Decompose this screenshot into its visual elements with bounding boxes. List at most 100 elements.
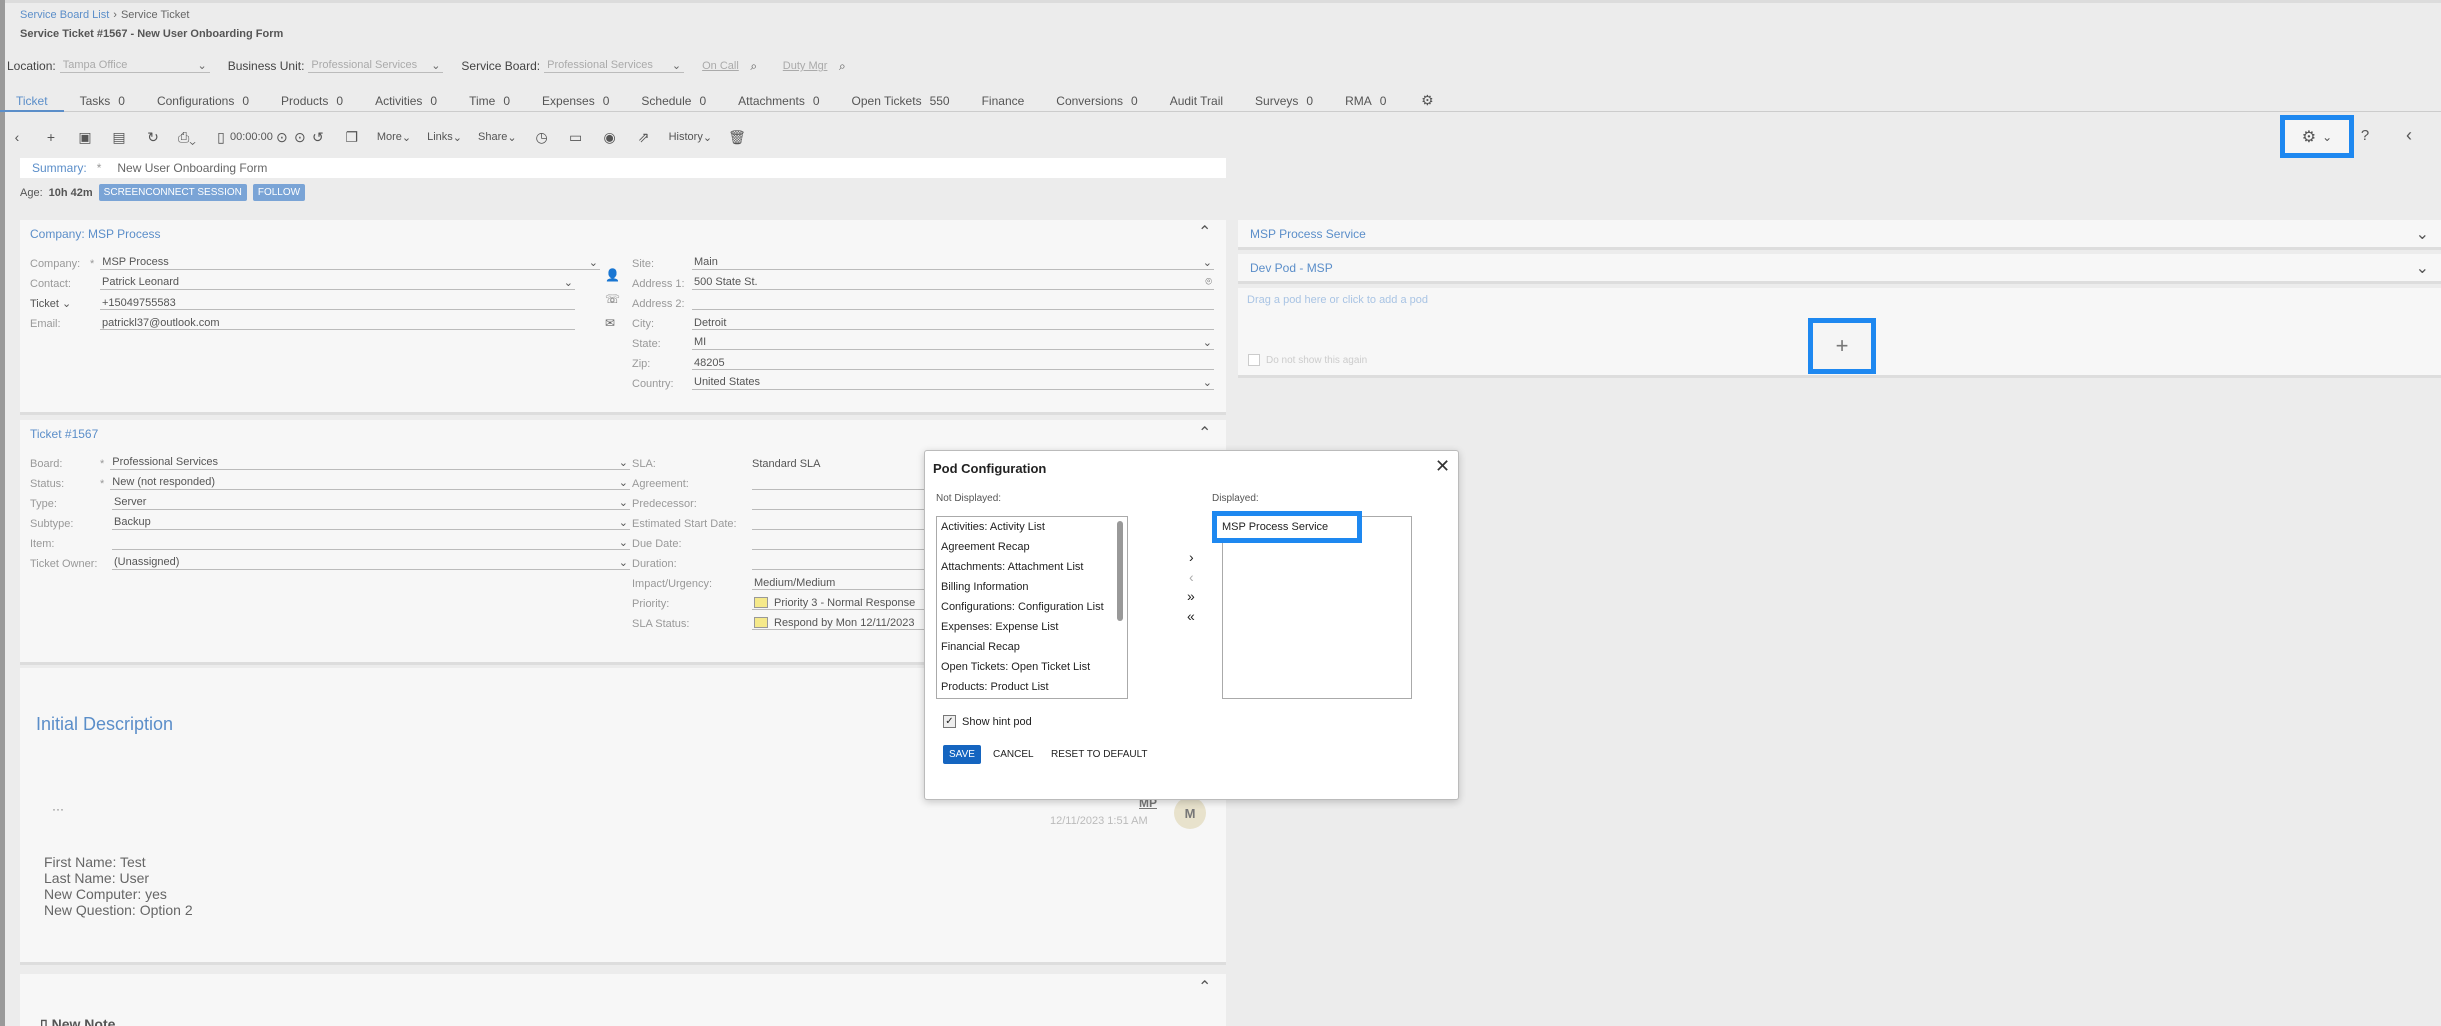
zip-field[interactable]: Zip: 48205 bbox=[632, 350, 1214, 370]
list-item[interactable]: Agreement Recap bbox=[937, 537, 1127, 557]
camera-icon[interactable]: ▭ bbox=[567, 128, 585, 146]
tab-expenses[interactable]: Expenses 0 bbox=[526, 90, 625, 112]
phone-icon[interactable]: ☏ bbox=[605, 292, 620, 306]
subtype-field[interactable]: Subtype: Backup ⌄ bbox=[30, 510, 630, 530]
move-all-left-icon[interactable]: « bbox=[1187, 608, 1195, 624]
chevron-up-icon[interactable]: ⌃ bbox=[1198, 423, 1211, 443]
due-date-field[interactable]: Due Date: bbox=[632, 530, 952, 550]
list-item[interactable]: Attachments: Attachment List bbox=[937, 557, 1127, 577]
list-item[interactable]: Expenses: Expense List bbox=[937, 617, 1127, 637]
status-field[interactable]: Status: * New (not responded) ⌄ bbox=[30, 470, 630, 490]
chevron-up-icon[interactable]: ⌃ bbox=[1198, 222, 1211, 242]
priority-field[interactable]: Priority: Priority 3 - Normal Response bbox=[632, 590, 952, 610]
tab-attachments[interactable]: Attachments 0 bbox=[722, 90, 835, 112]
list-item[interactable]: Products: Product List bbox=[937, 677, 1127, 697]
trash-icon[interactable]: 🗑 bbox=[728, 128, 746, 146]
list-item[interactable]: Configurations: Configuration List bbox=[937, 597, 1127, 617]
move-right-icon[interactable]: › bbox=[1189, 549, 1194, 565]
address1-field[interactable]: Address 1: 500 State St. ⌾ bbox=[632, 270, 1214, 290]
search-icon[interactable]: ⌕ bbox=[745, 57, 763, 75]
company-field[interactable]: Company: * MSP Process ⌄ bbox=[30, 250, 600, 270]
add-icon[interactable]: + bbox=[42, 128, 60, 146]
clock-icon[interactable]: ◷ bbox=[533, 128, 551, 146]
tab-ticket[interactable]: Ticket bbox=[0, 90, 64, 112]
more-options-icon[interactable]: ··· bbox=[52, 802, 64, 816]
tab-tasks[interactable]: Tasks 0 bbox=[64, 90, 141, 112]
contact-field[interactable]: Contact: Patrick Leonard ⌄ bbox=[30, 270, 600, 290]
breadcrumb-root[interactable]: Service Board List bbox=[20, 9, 109, 21]
help-icon[interactable]: ? bbox=[2356, 126, 2374, 144]
tab-conversions[interactable]: Conversions 0 bbox=[1040, 90, 1153, 112]
service-board-select[interactable]: Professional Services ⌄ bbox=[544, 59, 685, 73]
chevron-up-icon[interactable]: ⌃ bbox=[1198, 977, 1211, 997]
duration-field[interactable]: Duration: bbox=[632, 550, 952, 570]
list-item[interactable]: Activities: Activity List bbox=[937, 517, 1127, 537]
play-icon[interactable]: ⊙ bbox=[273, 128, 291, 146]
screenconnect-button[interactable]: SCREENCONNECT SESSION bbox=[98, 184, 247, 201]
owner-field[interactable]: Ticket Owner: (Unassigned) ⌄ bbox=[30, 550, 630, 570]
tab-finance[interactable]: Finance bbox=[966, 90, 1041, 112]
phone-field[interactable]: Ticket ⌄ +15049755583 bbox=[30, 290, 600, 310]
predecessor-field[interactable]: Predecessor: bbox=[632, 490, 952, 510]
cancel-button[interactable]: CANCEL bbox=[993, 749, 1034, 760]
tab-settings[interactable]: ⚙ bbox=[1402, 90, 1452, 112]
summary-field[interactable]: Summary: * New User Onboarding Form bbox=[20, 158, 1226, 178]
impact-field[interactable]: Impact/Urgency: Medium/Medium bbox=[632, 570, 952, 590]
save-icon[interactable]: ▣ bbox=[76, 128, 94, 146]
state-field[interactable]: State: MI ⌄ bbox=[632, 330, 1214, 350]
site-field[interactable]: Site: Main ⌄ bbox=[632, 250, 1214, 270]
duty-mgr-link[interactable]: Duty Mgr bbox=[783, 60, 828, 72]
dont-show-checkbox[interactable]: Do not show this again bbox=[1248, 354, 1367, 366]
add-pod-button[interactable]: + bbox=[1808, 318, 1876, 374]
tab-audit-trail[interactable]: Audit Trail bbox=[1154, 90, 1239, 112]
board-field[interactable]: Board: * Professional Services ⌄ bbox=[30, 450, 630, 470]
move-left-icon[interactable]: ‹ bbox=[1189, 569, 1194, 585]
email-field[interactable]: Email: patrickl37@outlook.com bbox=[30, 310, 600, 330]
more-menu[interactable]: More ⌄ bbox=[377, 131, 411, 144]
pause-icon[interactable]: ⊙ bbox=[291, 128, 309, 146]
location-pin-icon[interactable]: ⌾ bbox=[1205, 276, 1212, 289]
tab-rma[interactable]: RMA 0 bbox=[1329, 90, 1402, 112]
phone-type-select[interactable]: Ticket ⌄ bbox=[30, 297, 90, 310]
collapse-left-icon[interactable]: ‹ bbox=[2400, 125, 2418, 145]
item-field[interactable]: Item: ⌄ bbox=[30, 530, 630, 550]
scrollbar[interactable] bbox=[1117, 521, 1123, 621]
close-icon[interactable]: ✕ bbox=[1435, 456, 1450, 477]
city-field[interactable]: City: Detroit bbox=[632, 310, 1214, 330]
list-item[interactable]: Billing Information bbox=[937, 577, 1127, 597]
new-note-label[interactable]: ▯ New Note bbox=[40, 1016, 115, 1026]
address2-field[interactable]: Address 2: bbox=[632, 290, 1214, 310]
mail-icon[interactable]: ✉ bbox=[605, 316, 615, 330]
location-select[interactable]: Tampa Office ⌄ bbox=[59, 59, 210, 73]
est-start-field[interactable]: Estimated Start Date: bbox=[632, 510, 952, 530]
tab-open-tickets[interactable]: Open Tickets 550 bbox=[836, 90, 966, 112]
country-field[interactable]: Country: United States ⌄ bbox=[632, 370, 1214, 390]
search-icon[interactable]: ⌕ bbox=[833, 57, 851, 75]
reset-icon[interactable]: ↺ bbox=[309, 128, 327, 146]
pod-dev-msp[interactable]: Dev Pod - MSP ⌄ bbox=[1238, 254, 2441, 284]
reset-default-button[interactable]: RESET TO DEFAULT bbox=[1051, 749, 1148, 760]
agreement-field[interactable]: Agreement: bbox=[632, 470, 952, 490]
person-icon[interactable]: 👤 bbox=[605, 268, 620, 282]
user-circle-icon[interactable]: ◉ bbox=[601, 128, 619, 146]
back-icon[interactable]: ‹ bbox=[8, 128, 26, 146]
print-icon[interactable]: ⎙⌄ bbox=[178, 128, 196, 146]
move-all-right-icon[interactable]: » bbox=[1187, 588, 1195, 604]
tab-surveys[interactable]: Surveys 0 bbox=[1239, 90, 1329, 112]
tab-configurations[interactable]: Configurations 0 bbox=[141, 90, 265, 112]
history-menu[interactable]: History ⌄ bbox=[669, 131, 712, 144]
tab-activities[interactable]: Activities 0 bbox=[359, 90, 453, 112]
links-menu[interactable]: Links ⌄ bbox=[427, 131, 462, 144]
business-unit-select[interactable]: Professional Services ⌄ bbox=[308, 59, 444, 73]
tab-time[interactable]: Time 0 bbox=[453, 90, 526, 112]
not-displayed-list[interactable]: Activities: Activity List Agreement Reca… bbox=[936, 516, 1128, 699]
tab-schedule[interactable]: Schedule 0 bbox=[625, 90, 722, 112]
tab-products[interactable]: Products 0 bbox=[265, 90, 359, 112]
list-item-selected[interactable]: MSP Process Service bbox=[1212, 511, 1362, 543]
displayed-list[interactable] bbox=[1222, 516, 1412, 699]
show-hint-checkbox[interactable]: ✓ Show hint pod bbox=[943, 715, 1032, 728]
save-button[interactable]: SAVE bbox=[943, 745, 981, 764]
list-item[interactable]: Open Tickets: Open Ticket List bbox=[937, 657, 1127, 677]
external-link-icon[interactable]: ⇗ bbox=[635, 128, 653, 146]
copy-icon[interactable]: ❐ bbox=[343, 128, 361, 146]
